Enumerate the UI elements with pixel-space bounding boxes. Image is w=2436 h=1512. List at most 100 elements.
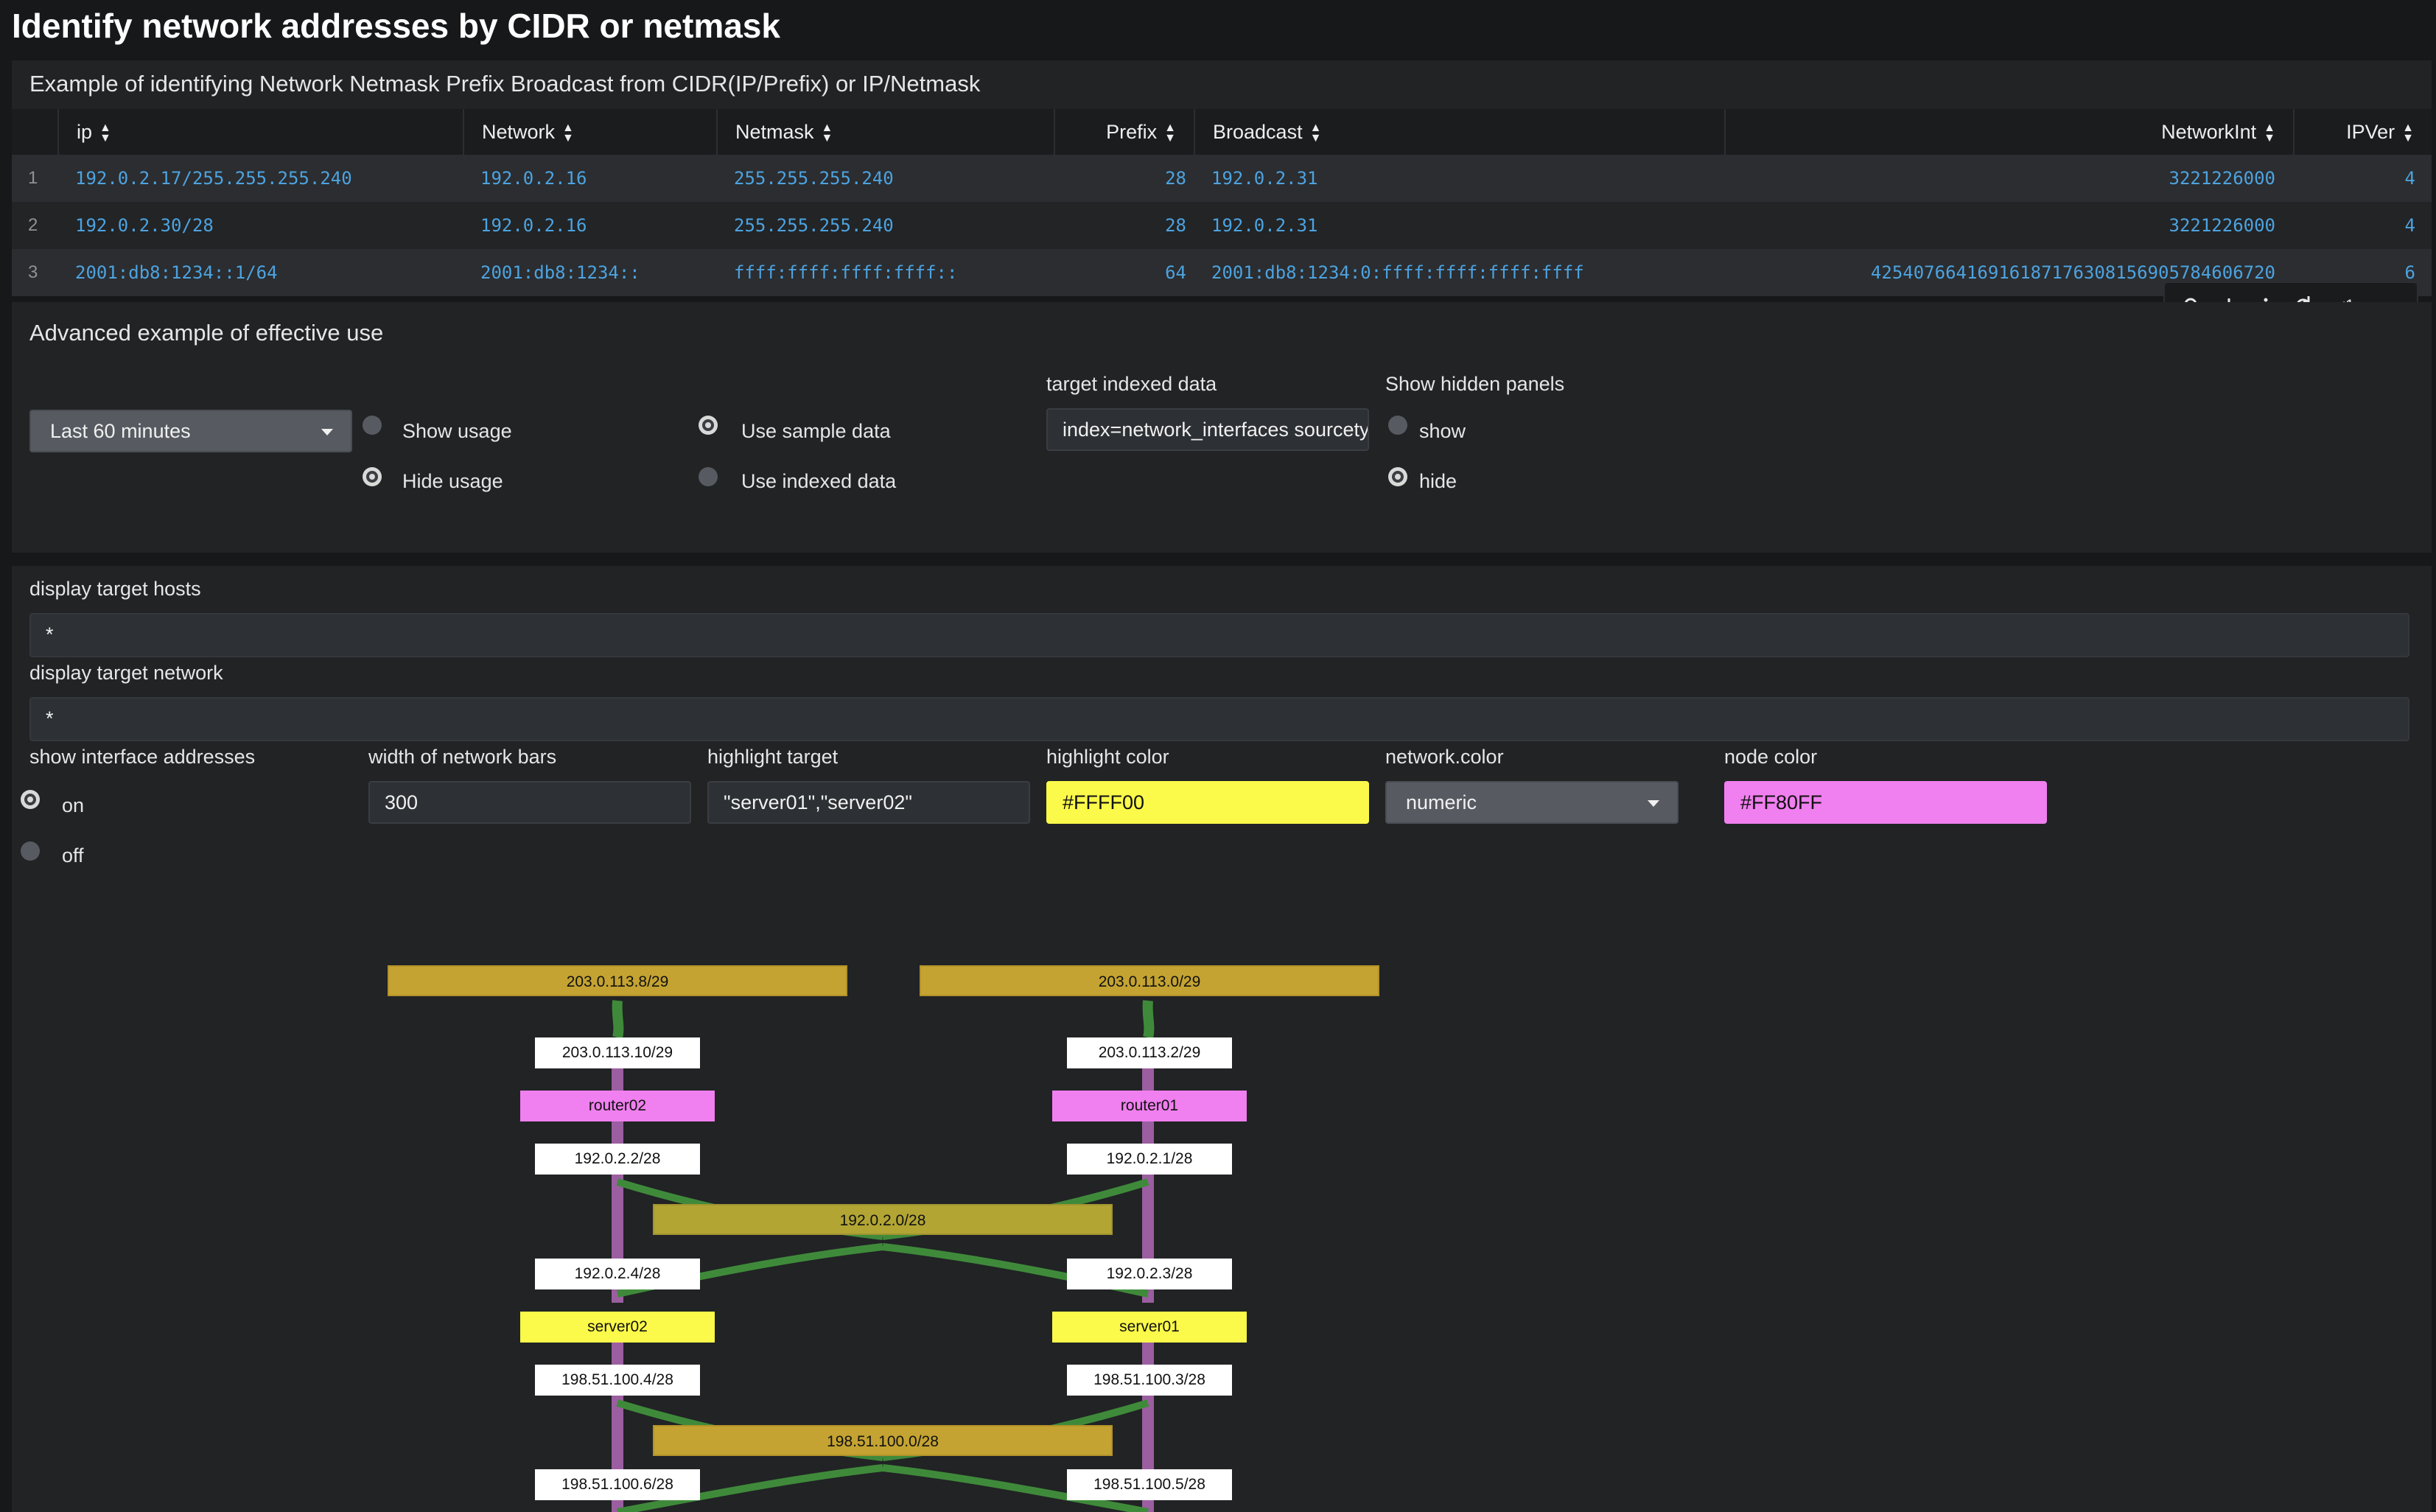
- cell-networkint[interactable]: 3221226000: [1724, 202, 2276, 249]
- interface-label[interactable]: 192.0.2.3/28: [1067, 1259, 1232, 1289]
- interface-label[interactable]: 198.51.100.4/28: [535, 1365, 700, 1396]
- field-label: highlight color: [1046, 746, 1169, 768]
- cell-netmask[interactable]: 255.255.255.240: [734, 155, 894, 202]
- cell-network[interactable]: 192.0.2.16: [480, 155, 587, 202]
- sort-icon: ▲ ▼: [99, 121, 111, 144]
- cell-ipver[interactable]: 4: [2293, 155, 2415, 202]
- node-router[interactable]: router02: [520, 1091, 715, 1121]
- column-label: Prefix: [1106, 121, 1158, 143]
- radio-label: Hide usage: [402, 470, 503, 492]
- select-value: numeric: [1406, 791, 1477, 813]
- field-label: highlight target: [707, 746, 839, 768]
- field-label: show interface addresses: [29, 746, 256, 768]
- field-label: network.color: [1385, 746, 1504, 768]
- column-label: NetworkInt: [2161, 121, 2257, 143]
- radio-hide-usage[interactable]: [363, 467, 382, 486]
- sort-icon: ▲ ▼: [1164, 121, 1176, 144]
- column-label: IPVer: [2346, 121, 2395, 143]
- interface-label[interactable]: 198.51.100.3/28: [1067, 1365, 1232, 1396]
- node-server[interactable]: server02: [520, 1312, 715, 1343]
- caret-down-icon: [1648, 800, 1659, 807]
- network-bar[interactable]: 198.51.100.0/28: [653, 1425, 1113, 1456]
- radio-use-sample-data[interactable]: [699, 416, 718, 435]
- network-color-select[interactable]: numeric: [1385, 781, 1679, 824]
- radio-label: on: [62, 794, 85, 816]
- sort-icon: ▲ ▼: [1309, 121, 1322, 144]
- radio-label: hide: [1419, 470, 1457, 492]
- cell-network[interactable]: 2001:db8:1234::: [480, 249, 640, 296]
- network-bar[interactable]: 203.0.113.0/29: [920, 965, 1379, 996]
- time-range-value: Last 60 minutes: [50, 420, 191, 442]
- link-line: [612, 1000, 624, 1039]
- target-indexed-data-input[interactable]: index=network_interfaces sourcetype: [1046, 408, 1369, 451]
- sort-icon: ▲ ▼: [821, 121, 833, 144]
- interface-label[interactable]: 198.51.100.6/28: [535, 1469, 700, 1500]
- cell-networkint[interactable]: 3221226000: [1724, 155, 2276, 202]
- sort-icon: ▲ ▼: [2264, 121, 2275, 144]
- column-header-ip[interactable]: ip ▲ ▼: [57, 109, 463, 155]
- panel-title: Example of identifying Network Netmask P…: [29, 71, 981, 97]
- column-header-netmask[interactable]: Netmask ▲ ▼: [716, 109, 1054, 155]
- interface-label[interactable]: 192.0.2.2/28: [535, 1144, 700, 1175]
- column-header-broadcast[interactable]: Broadcast ▲ ▼: [1194, 109, 1724, 155]
- radio-interface-off[interactable]: [21, 841, 40, 861]
- bar-width-input[interactable]: 300: [368, 781, 691, 824]
- cell-ipver[interactable]: 4: [2293, 202, 2415, 249]
- column-header-prefix[interactable]: Prefix ▲ ▼: [1054, 109, 1194, 155]
- time-range-picker[interactable]: Last 60 minutes: [29, 410, 352, 452]
- cell-prefix[interactable]: 64: [1054, 249, 1186, 296]
- highlight-color-input[interactable]: #FFFF00: [1046, 781, 1369, 824]
- cell-broadcast[interactable]: 192.0.2.31: [1211, 202, 1318, 249]
- radio-interface-on[interactable]: [21, 790, 40, 809]
- input-value: 300: [385, 791, 419, 813]
- display-target-hosts-input[interactable]: *: [29, 613, 2409, 657]
- network-bar[interactable]: 203.0.113.8/29: [388, 965, 847, 996]
- cell-broadcast[interactable]: 192.0.2.31: [1211, 155, 1318, 202]
- cell-prefix[interactable]: 28: [1054, 202, 1186, 249]
- caret-down-icon: [321, 429, 333, 435]
- node-router[interactable]: router01: [1052, 1091, 1247, 1121]
- column-label: Broadcast: [1213, 121, 1303, 143]
- column-header-network[interactable]: Network ▲ ▼: [463, 109, 716, 155]
- interface-label[interactable]: 198.51.100.5/28: [1067, 1469, 1232, 1500]
- radio-label: Use indexed data: [741, 470, 897, 492]
- row-number: 3: [28, 262, 38, 282]
- input-value: #FFFF00: [1063, 791, 1145, 813]
- field-label: display target hosts: [29, 578, 201, 600]
- cell-prefix[interactable]: 28: [1054, 155, 1186, 202]
- column-header-networkint[interactable]: NetworkInt ▲ ▼: [1724, 109, 2293, 155]
- cell-ip[interactable]: 192.0.2.17/255.255.255.240: [75, 155, 352, 202]
- radio-hide-hidden-panels[interactable]: [1388, 467, 1407, 486]
- interface-label[interactable]: 192.0.2.4/28: [535, 1259, 700, 1289]
- field-label: Show hidden panels: [1385, 373, 1565, 395]
- interface-label[interactable]: 192.0.2.1/28: [1067, 1144, 1232, 1175]
- cell-network[interactable]: 192.0.2.16: [480, 202, 587, 249]
- sort-icon: ▲ ▼: [2402, 121, 2414, 144]
- column-label: Netmask: [735, 121, 814, 143]
- radio-show-hidden-panels[interactable]: [1388, 416, 1407, 435]
- table-row: 1 192.0.2.17/255.255.255.240 192.0.2.16 …: [12, 155, 2432, 202]
- column-header-ipver[interactable]: IPVer ▲ ▼: [2293, 109, 2432, 155]
- display-panel: display target hosts * display target ne…: [12, 566, 2432, 1512]
- display-target-network-input[interactable]: *: [29, 697, 2409, 741]
- highlight-target-input[interactable]: "server01","server02": [707, 781, 1030, 824]
- example-panel: Example of identifying Network Netmask P…: [12, 60, 2432, 296]
- radio-use-indexed-data[interactable]: [699, 467, 718, 486]
- cell-ip[interactable]: 2001:db8:1234::1/64: [75, 249, 278, 296]
- cell-broadcast[interactable]: 2001:db8:1234:0:ffff:ffff:ffff:ffff: [1211, 249, 1584, 296]
- node-color-input[interactable]: #FF80FF: [1724, 781, 2047, 824]
- sort-icon: ▲ ▼: [562, 121, 574, 144]
- column-label: ip: [77, 121, 93, 143]
- radio-label: Use sample data: [741, 420, 891, 442]
- cell-ip[interactable]: 192.0.2.30/28: [75, 202, 214, 249]
- network-bar[interactable]: 192.0.2.0/28: [653, 1204, 1113, 1235]
- node-server[interactable]: server01: [1052, 1312, 1247, 1343]
- field-label: node color: [1724, 746, 1818, 768]
- interface-label[interactable]: 203.0.113.2/29: [1067, 1037, 1232, 1068]
- advanced-panel: Advanced example of effective use Last 6…: [12, 302, 2432, 553]
- radio-show-usage[interactable]: [363, 416, 382, 435]
- interface-label[interactable]: 203.0.113.10/29: [535, 1037, 700, 1068]
- cell-netmask[interactable]: 255.255.255.240: [734, 202, 894, 249]
- cell-netmask[interactable]: ffff:ffff:ffff:ffff::: [734, 249, 957, 296]
- link-line: [1142, 1000, 1155, 1039]
